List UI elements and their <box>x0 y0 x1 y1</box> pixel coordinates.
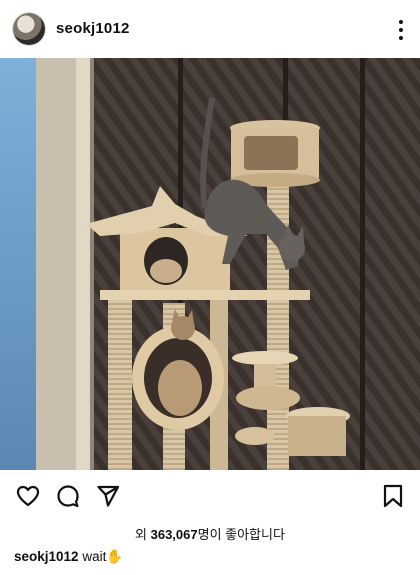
bookmark-icon[interactable] <box>382 484 404 508</box>
header-username[interactable]: seokj1012 <box>56 20 130 37</box>
comment-icon[interactable] <box>56 484 80 508</box>
likes-number: 363,067 <box>150 527 198 542</box>
likes-prefix: 외 <box>135 527 151 542</box>
share-icon[interactable] <box>96 484 120 508</box>
likes-count[interactable]: 외 363,067명이 좋아합니다 <box>0 524 420 543</box>
post-photo[interactable] <box>0 58 420 470</box>
post-caption: seokj1012 wait✋ <box>14 549 123 565</box>
more-options-icon[interactable] <box>398 20 404 40</box>
avatar[interactable] <box>13 13 45 45</box>
caption-emoji: ✋ <box>106 549 124 564</box>
caption-username[interactable]: seokj1012 <box>14 549 79 564</box>
cat-tree-photo <box>0 58 420 470</box>
caption-text: wait <box>82 549 107 564</box>
post-header: seokj1012 <box>0 0 420 58</box>
likes-suffix: 명이 좋아합니다 <box>197 527 285 542</box>
post-actions <box>0 478 420 514</box>
heart-icon[interactable] <box>16 484 40 508</box>
